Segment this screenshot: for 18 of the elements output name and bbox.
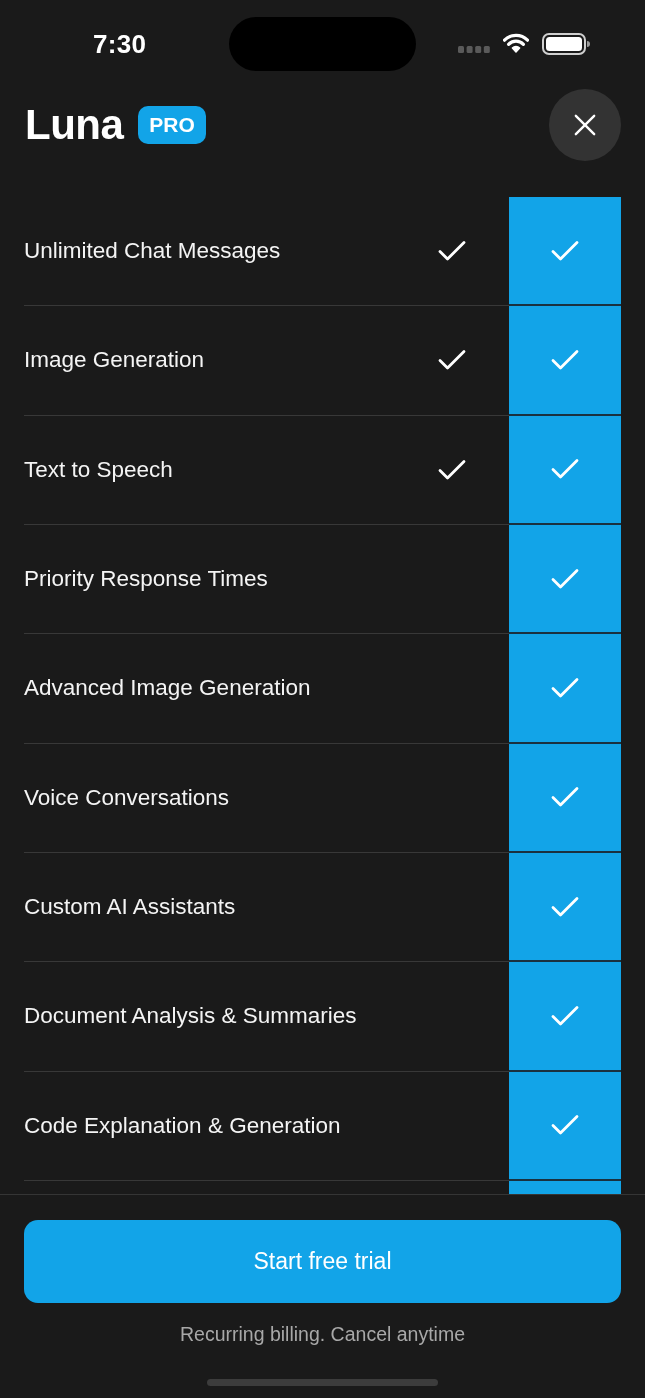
pro-badge: PRO [138,106,206,144]
feature-name: Unlimited Chat Messages [24,237,282,266]
status-time: 7:30 [93,29,148,59]
feature-name: Code Explanation & Generation [24,1111,342,1140]
app-name: Luna [25,102,124,148]
feature-name: Custom AI Assistants [24,893,237,922]
wifi-icon [503,33,529,53]
feature-name: Priority Response Times [24,565,269,594]
feature-name: Document Analysis & Summaries [24,1002,358,1031]
feature-name: Image Generation [24,346,206,375]
signal-dots-icon [458,46,490,53]
feature-name: Advanced Image Generation [24,674,312,703]
close-icon [574,114,596,136]
start-trial-button[interactable]: Start free trial [24,1220,621,1303]
billing-note: Recurring billing. Cancel anytime [179,1322,465,1346]
battery-icon [542,33,590,55]
feature-name: Voice Conversations [24,783,231,812]
feature-name: Text to Speech [24,455,174,484]
